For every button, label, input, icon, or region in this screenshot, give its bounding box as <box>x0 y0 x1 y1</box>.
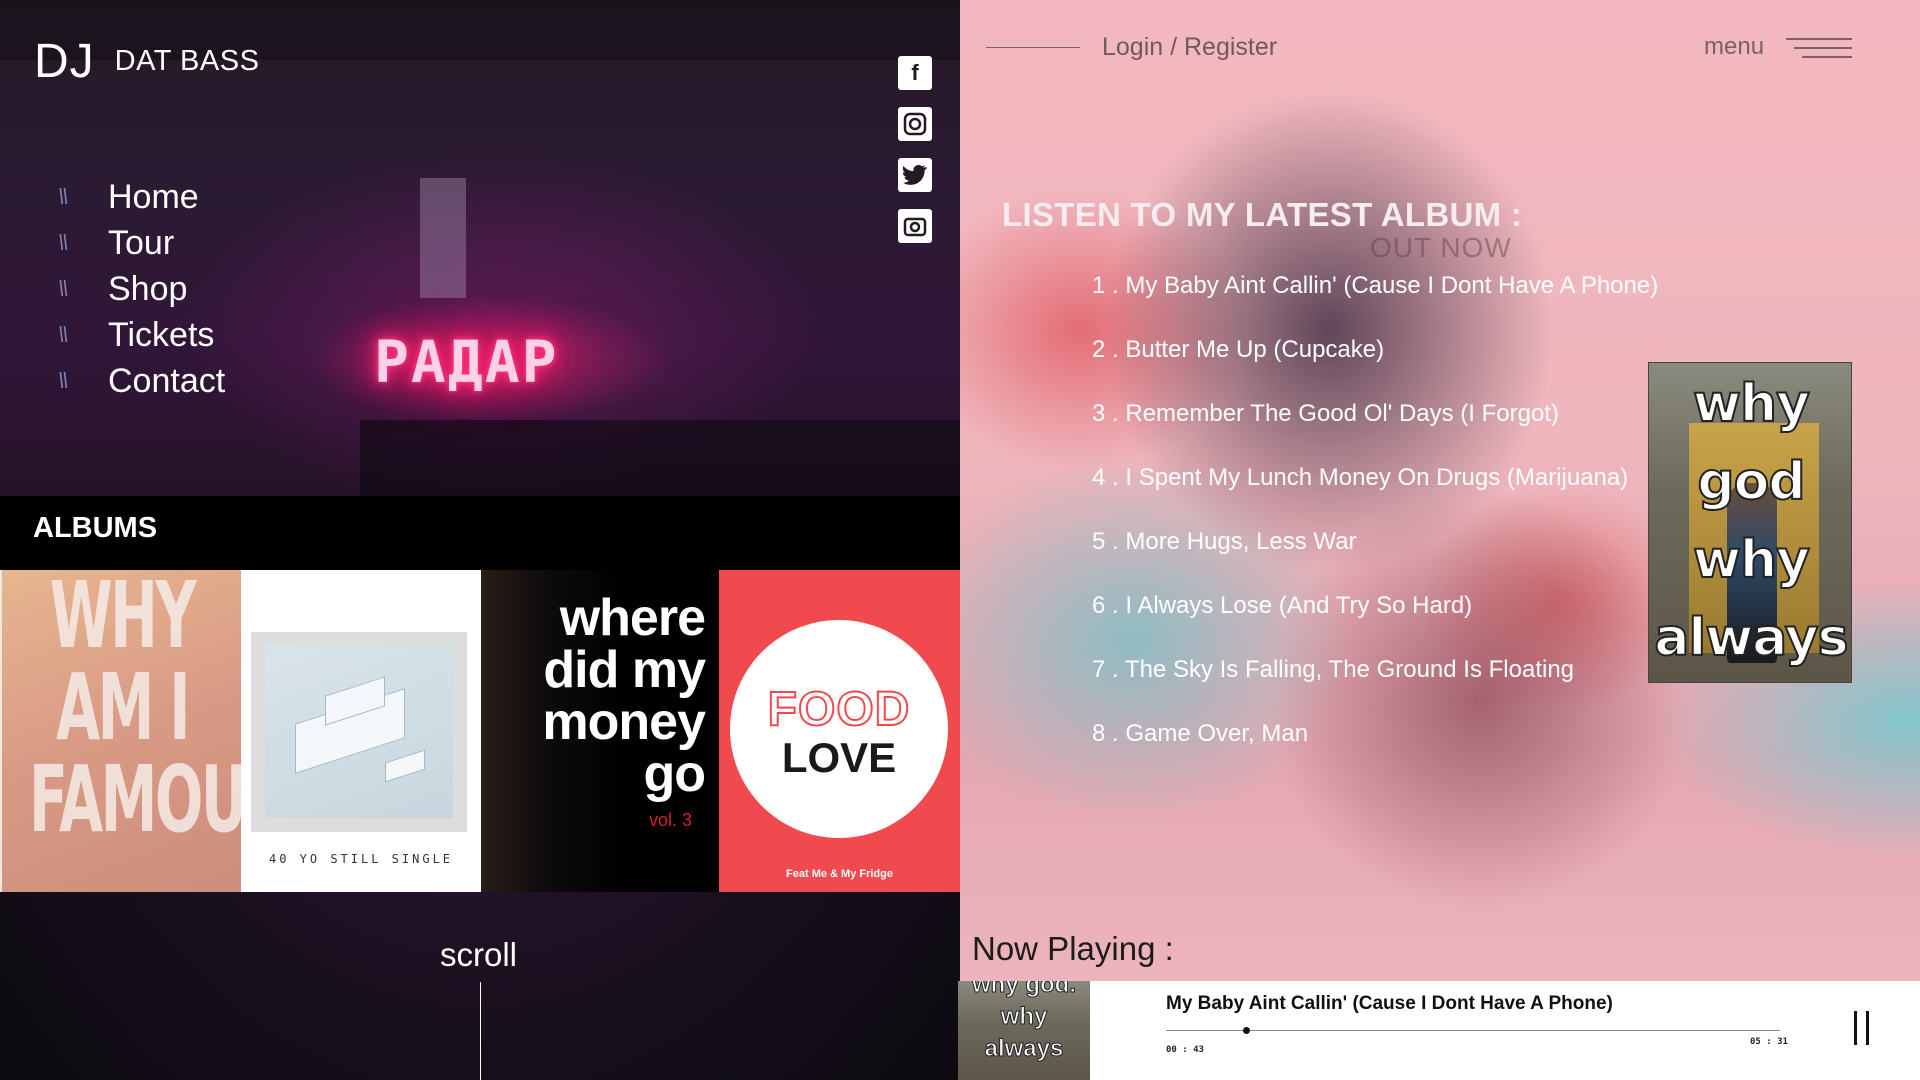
social-links: f <box>898 56 932 260</box>
left-panel: РАДАР DJ DAT BASS \\ Home \\ Tour \\ Sho… <box>0 0 960 1080</box>
progress-knob[interactable] <box>1242 1027 1250 1034</box>
pause-button[interactable] <box>1852 1011 1876 1045</box>
facebook-icon[interactable]: f <box>898 56 932 90</box>
album-card-why-am-i-famous[interactable]: WHY AM I FAMOUS <box>0 570 241 892</box>
scroll-line <box>480 982 481 1080</box>
iso-building <box>385 749 425 783</box>
scroll-indicator[interactable]: scroll <box>440 936 517 974</box>
time-current: 00 : 43 <box>1166 1045 1204 1055</box>
neon-sign: РАДАР <box>374 328 559 396</box>
album-card-40-yo-still-single[interactable]: 40 YO STILL SINGLE <box>241 570 481 892</box>
nav-slash-icon: \\ <box>58 368 68 393</box>
track-item[interactable]: 2 . Butter Me Up (Cupcake) <box>1092 336 1658 400</box>
menu-bar <box>1794 47 1852 49</box>
nav-slash-icon: \\ <box>58 230 68 255</box>
nav-slash-icon: \\ <box>58 184 68 209</box>
latest-album-heading: LISTEN TO MY LATEST ALBUM : <box>1002 196 1523 233</box>
time-total: 05 : 31 <box>1750 1037 1788 1047</box>
nav-label: Tour <box>108 223 175 262</box>
albums-header: ALBUMS <box>0 496 960 570</box>
hero-ornament <box>420 178 466 298</box>
twitter-icon[interactable] <box>898 158 932 192</box>
player-bar: why god. why always My Baby Aint Callin'… <box>958 981 1920 1080</box>
nav-item-tour[interactable]: \\ Tour <box>58 220 225 266</box>
latest-album-cover-text: why god why always me <box>1653 373 1849 669</box>
nav-item-contact[interactable]: \\ Contact <box>58 358 225 404</box>
login-register-link[interactable]: Login / Register <box>1102 33 1277 62</box>
logo[interactable]: DJ DAT BASS <box>34 34 259 89</box>
nav-item-shop[interactable]: \\ Shop <box>58 266 225 312</box>
track-item[interactable]: 5 . More Hugs, Less War <box>1092 528 1658 592</box>
now-playing-label: Now Playing : <box>972 930 1174 967</box>
progress-bar[interactable] <box>1166 1027 1780 1034</box>
album-cover-text: FOOD <box>767 682 911 737</box>
hero-counter <box>360 420 960 496</box>
logo-name: DAT BASS <box>114 45 260 77</box>
nav-label: Contact <box>108 361 226 400</box>
album-cover-text: where did my money go <box>542 589 706 803</box>
track-item[interactable]: 3 . Remember The Good Ol' Days (I Forgot… <box>1092 400 1658 464</box>
logo-dj: DJ <box>34 35 95 88</box>
album-cover-text: LOVE <box>781 734 897 781</box>
main-nav: \\ Home \\ Tour \\ Shop \\ Tickets \\ Co… <box>58 174 225 404</box>
player-track-title: My Baby Aint Callin' (Cause I Dont Have … <box>1166 993 1613 1014</box>
right-panel: Login / Register menu LISTEN TO MY LATES… <box>960 0 1920 1080</box>
hamburger-menu-icon[interactable] <box>1786 34 1852 60</box>
album-cover-text: WHY AM I FAMOUS <box>29 570 241 853</box>
latest-album-cover[interactable]: why god why always me <box>1648 362 1852 683</box>
track-item[interactable]: 1 . My Baby Aint Callin' (Cause I Dont H… <box>1092 272 1658 336</box>
menu-bar <box>1802 56 1852 58</box>
album-cover-art <box>251 632 467 832</box>
track-item[interactable]: 6 . I Always Lose (And Try So Hard) <box>1092 592 1658 656</box>
nav-label: Home <box>108 177 199 216</box>
nav-label: Tickets <box>108 315 215 354</box>
album-cover-text: 40 YO STILL SINGLE <box>268 852 454 866</box>
pause-icon <box>1854 1011 1857 1045</box>
album-card-food-love[interactable]: FOOD LOVE Feat Me & My Fridge <box>719 570 960 892</box>
header-divider <box>986 47 1080 48</box>
out-now-label: OUT NOW <box>1370 232 1512 263</box>
nav-label: Shop <box>108 269 188 308</box>
nav-item-tickets[interactable]: \\ Tickets <box>58 312 225 358</box>
pause-icon <box>1866 1011 1869 1045</box>
camera-icon[interactable] <box>898 209 932 243</box>
track-item[interactable]: 8 . Game Over, Man <box>1092 720 1658 784</box>
album-cover-subtitle: vol. 3 <box>649 810 693 830</box>
nav-slash-icon: \\ <box>58 322 68 347</box>
menu-label[interactable]: menu <box>1704 33 1764 61</box>
albums-row: WHY AM I FAMOUS 40 YO STILL SINGLE where… <box>0 570 960 892</box>
album-cover-illustration <box>265 646 453 818</box>
album-cover-circle: FOOD LOVE <box>730 620 948 838</box>
menu-bar <box>1786 38 1852 40</box>
player-thumbnail[interactable]: why god. why always <box>958 981 1090 1080</box>
nav-slash-icon: \\ <box>58 276 68 301</box>
tracklist: 1 . My Baby Aint Callin' (Cause I Dont H… <box>1092 272 1658 784</box>
player-thumbnail-text: why god. why always <box>972 981 1077 1063</box>
album-cover-caption: Feat Me & My Fridge <box>786 868 893 880</box>
album-card-where-did-my-money-go[interactable]: where did my money go vol. 3 <box>481 570 719 892</box>
instagram-icon[interactable] <box>898 107 932 141</box>
track-item[interactable]: 7 . The Sky Is Falling, The Ground Is Fl… <box>1092 656 1658 720</box>
albums-title: ALBUMS <box>33 512 158 544</box>
track-item[interactable]: 4 . I Spent My Lunch Money On Drugs (Mar… <box>1092 464 1658 528</box>
nav-item-home[interactable]: \\ Home <box>58 174 225 220</box>
